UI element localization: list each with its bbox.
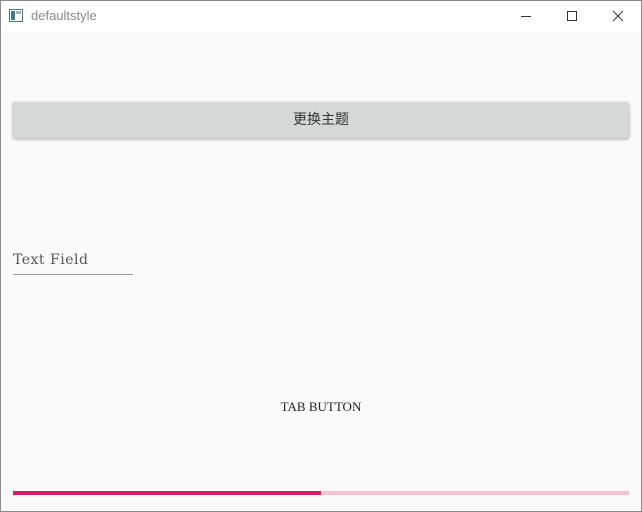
title-bar[interactable]: defaultstyle bbox=[1, 1, 641, 31]
close-button[interactable] bbox=[595, 1, 641, 31]
text-field-input[interactable] bbox=[13, 248, 133, 272]
app-window-icon bbox=[9, 9, 23, 22]
minimize-button[interactable] bbox=[503, 1, 549, 31]
text-field-container bbox=[13, 248, 133, 275]
tab-button[interactable]: TAB BUTTON bbox=[271, 395, 371, 419]
minimize-icon bbox=[521, 16, 531, 17]
change-theme-button[interactable]: 更换主题 bbox=[13, 102, 629, 138]
progress-bar-fill bbox=[13, 491, 321, 495]
close-icon bbox=[612, 10, 624, 22]
application-window: defaultstyle 更换主题 TAB BUTTON bbox=[0, 0, 642, 512]
maximize-button[interactable] bbox=[549, 1, 595, 31]
main-content: 更换主题 TAB BUTTON bbox=[1, 31, 641, 511]
progress-bar bbox=[13, 491, 629, 495]
maximize-icon bbox=[567, 11, 577, 21]
window-title: defaultstyle bbox=[31, 8, 97, 23]
